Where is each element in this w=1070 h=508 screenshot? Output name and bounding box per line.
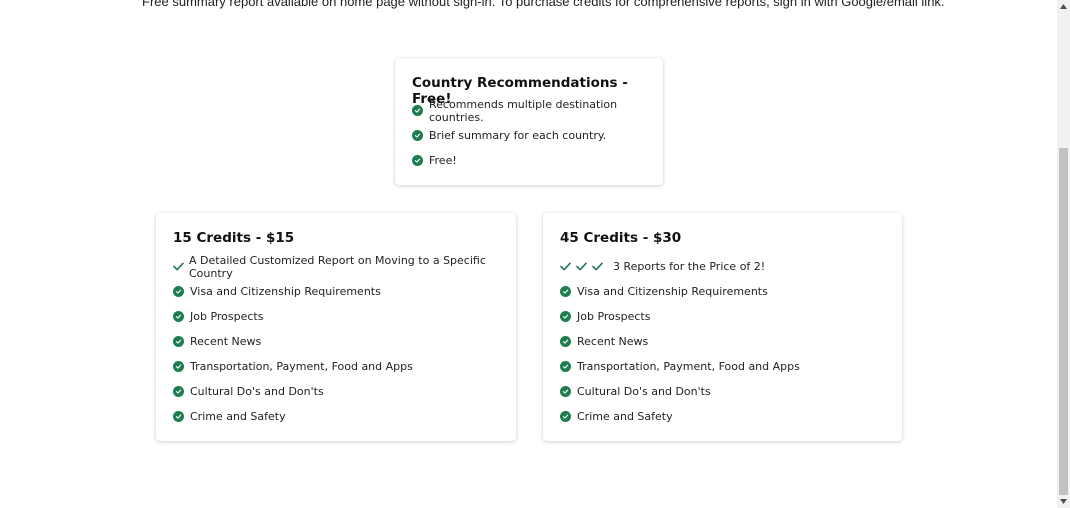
plan-title: 45 Credits - $30: [560, 230, 682, 246]
feature-item: Cultural Do's and Don'ts: [173, 379, 516, 404]
feature-label: Brief summary for each country.: [429, 129, 607, 142]
vertical-scrollbar[interactable]: [1057, 0, 1070, 508]
scroll-up-arrow-icon[interactable]: [1057, 0, 1070, 13]
feature-item: A Detailed Customized Report on Moving t…: [173, 253, 516, 280]
check-circle-icon: [173, 361, 184, 372]
feature-label: Crime and Safety: [190, 410, 286, 423]
feature-item: Crime and Safety: [173, 404, 516, 429]
feature-label: Transportation, Payment, Food and Apps: [190, 360, 413, 373]
feature-label: Recent News: [190, 335, 262, 348]
feature-label: Job Prospects: [577, 310, 651, 323]
feature-item: Free!: [412, 148, 663, 173]
feature-label: Job Prospects: [190, 310, 264, 323]
plan-card-free: Country Recommendations - Free! Recommen…: [395, 58, 663, 185]
feature-label: Visa and Citizenship Requirements: [577, 285, 768, 298]
check-circle-icon: [560, 411, 571, 422]
check-circle-icon: [173, 411, 184, 422]
feature-item: Transportation, Payment, Food and Apps: [560, 354, 800, 379]
feature-label: Crime and Safety: [577, 410, 673, 423]
feature-item: Transportation, Payment, Food and Apps: [173, 354, 516, 379]
check-circle-icon: [412, 105, 423, 116]
scroll-down-arrow-icon[interactable]: [1057, 495, 1070, 508]
intro-text: Free summary report available on home pa…: [142, 0, 945, 9]
feature-label: Cultural Do's and Don'ts: [190, 385, 324, 398]
check-circle-icon: [173, 286, 184, 297]
feature-label: Recent News: [577, 335, 649, 348]
feature-label: Visa and Citizenship Requirements: [190, 285, 381, 298]
plan-card-45-credits[interactable]: 45 Credits - $30 3 Reports for the Price…: [543, 213, 902, 441]
check-circle-icon: [560, 311, 571, 322]
check-circle-icon: [173, 311, 184, 322]
plan-card-15-credits[interactable]: 15 Credits - $15 A Detailed Customized R…: [156, 213, 516, 441]
feature-label: Free!: [429, 154, 457, 167]
feature-item: Brief summary for each country.: [412, 123, 663, 148]
feature-list: A Detailed Customized Report on Moving t…: [173, 254, 516, 429]
check-icon: [173, 262, 184, 271]
feature-item: Recent News: [560, 329, 800, 354]
feature-item: Visa and Citizenship Requirements: [560, 279, 800, 304]
triple-check-icon: [560, 262, 608, 271]
feature-item: Recent News: [173, 329, 516, 354]
feature-item: Job Prospects: [560, 304, 800, 329]
feature-item: 3 Reports for the Price of 2!: [560, 254, 800, 279]
check-circle-icon: [560, 361, 571, 372]
feature-list: 3 Reports for the Price of 2! Visa and C…: [560, 254, 800, 429]
feature-label: A Detailed Customized Report on Moving t…: [189, 253, 486, 280]
check-circle-icon: [412, 155, 423, 166]
feature-item: Cultural Do's and Don'ts: [560, 379, 800, 404]
feature-label: Cultural Do's and Don'ts: [577, 385, 711, 398]
feature-item: Job Prospects: [173, 304, 516, 329]
check-circle-icon: [560, 286, 571, 297]
feature-label: 3 Reports for the Price of 2!: [613, 260, 766, 273]
check-circle-icon: [173, 386, 184, 397]
check-circle-icon: [560, 386, 571, 397]
feature-label: Transportation, Payment, Food and Apps: [577, 360, 800, 373]
plan-title: 15 Credits - $15: [173, 230, 295, 246]
feature-list: Recommends multiple destination countrie…: [412, 98, 663, 173]
feature-item: Visa and Citizenship Requirements: [173, 279, 516, 304]
feature-item: Crime and Safety: [560, 404, 800, 429]
feature-label: Recommends multiple destination countrie…: [429, 97, 618, 124]
feature-item: Recommends multiple destination countrie…: [412, 97, 663, 124]
check-circle-icon: [412, 130, 423, 141]
check-circle-icon: [173, 336, 184, 347]
check-circle-icon: [560, 336, 571, 347]
scrollbar-thumb[interactable]: [1059, 148, 1068, 495]
